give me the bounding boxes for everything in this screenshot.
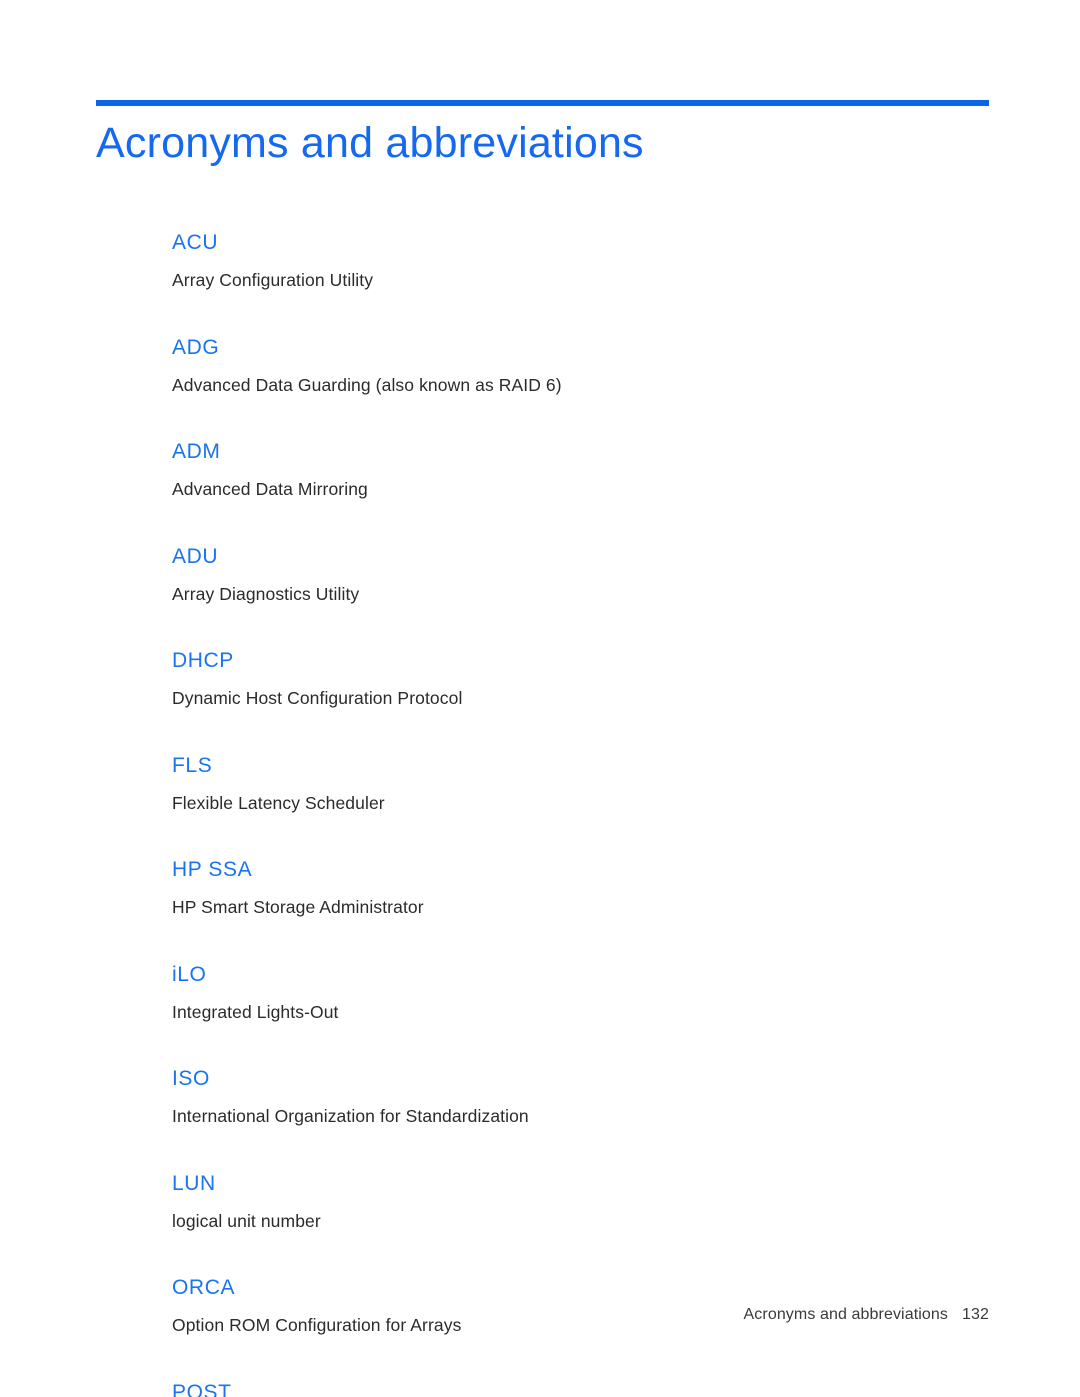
glossary-entry: ISO International Organization for Standa… [172, 1068, 932, 1126]
page-footer: Acronyms and abbreviations 132 [96, 1306, 989, 1324]
glossary-list: ACU Array Configuration Utility ADG Advance… [172, 232, 932, 1397]
glossary-term: ACU [172, 231, 219, 254]
glossary-definition: Integrated Lights-Out [172, 1001, 339, 1022]
glossary-entry: HP SSA HP Smart Storage Administrator [172, 859, 932, 917]
page-title: Acronyms and abbreviations [96, 119, 644, 167]
glossary-term: ORCA [172, 1276, 236, 1299]
glossary-definition: Dynamic Host Configuration Protocol [172, 688, 463, 708]
page-header: Acronyms and abbreviations [96, 100, 989, 167]
glossary-entry: ACU Array Configuration Utility [172, 232, 932, 290]
glossary-entry: LUN logical unit number [172, 1173, 932, 1231]
glossary-entry: ADM Advanced Data Mirroring [172, 441, 932, 499]
glossary-term: DHCP [172, 649, 234, 672]
glossary-definition: logical unit number [172, 1210, 321, 1231]
glossary-definition: HP Smart Storage Administrator [172, 897, 424, 917]
glossary-term: ISO [172, 1067, 210, 1090]
glossary-term: FLS [172, 753, 213, 777]
glossary-entry: DHCP Dynamic Host Configuration Protocol [172, 650, 932, 708]
glossary-term: ADM [172, 440, 221, 463]
glossary-definition: Flexible Latency Scheduler [172, 792, 385, 813]
glossary-definition: Array Configuration Utility [172, 270, 374, 290]
glossary-term: iLO [172, 962, 207, 986]
glossary-definition: Advanced Data Mirroring [172, 479, 368, 499]
glossary-entry: ADG Advanced Data Guarding (also known as… [172, 337, 932, 395]
footer-section-label: Acronyms and abbreviations [743, 1306, 948, 1323]
glossary-entry: ADU Array Diagnostics Utility [172, 546, 932, 604]
glossary-definition: Array Diagnostics Utility [172, 583, 360, 604]
glossary-entry: iLO Integrated Lights-Out [172, 964, 932, 1022]
document-page: Acronyms and abbreviations ACU Array Conf… [0, 0, 1080, 1397]
glossary-term: ADG [172, 335, 220, 359]
glossary-entry: POSTPower-On Self Test [172, 1382, 932, 1397]
footer-page-number: 132 [962, 1306, 989, 1323]
glossary-entry: FLS Flexible Latency Scheduler [172, 755, 932, 813]
glossary-term: LUN [172, 1171, 216, 1195]
glossary-term: HP SSA [172, 858, 253, 881]
glossary-term: POST [172, 1380, 232, 1397]
glossary-definition: International Organization for Standardi… [172, 1106, 529, 1126]
glossary-term: ADU [172, 544, 219, 568]
glossary-definition: Advanced Data Guarding (also known as RA… [172, 374, 562, 395]
